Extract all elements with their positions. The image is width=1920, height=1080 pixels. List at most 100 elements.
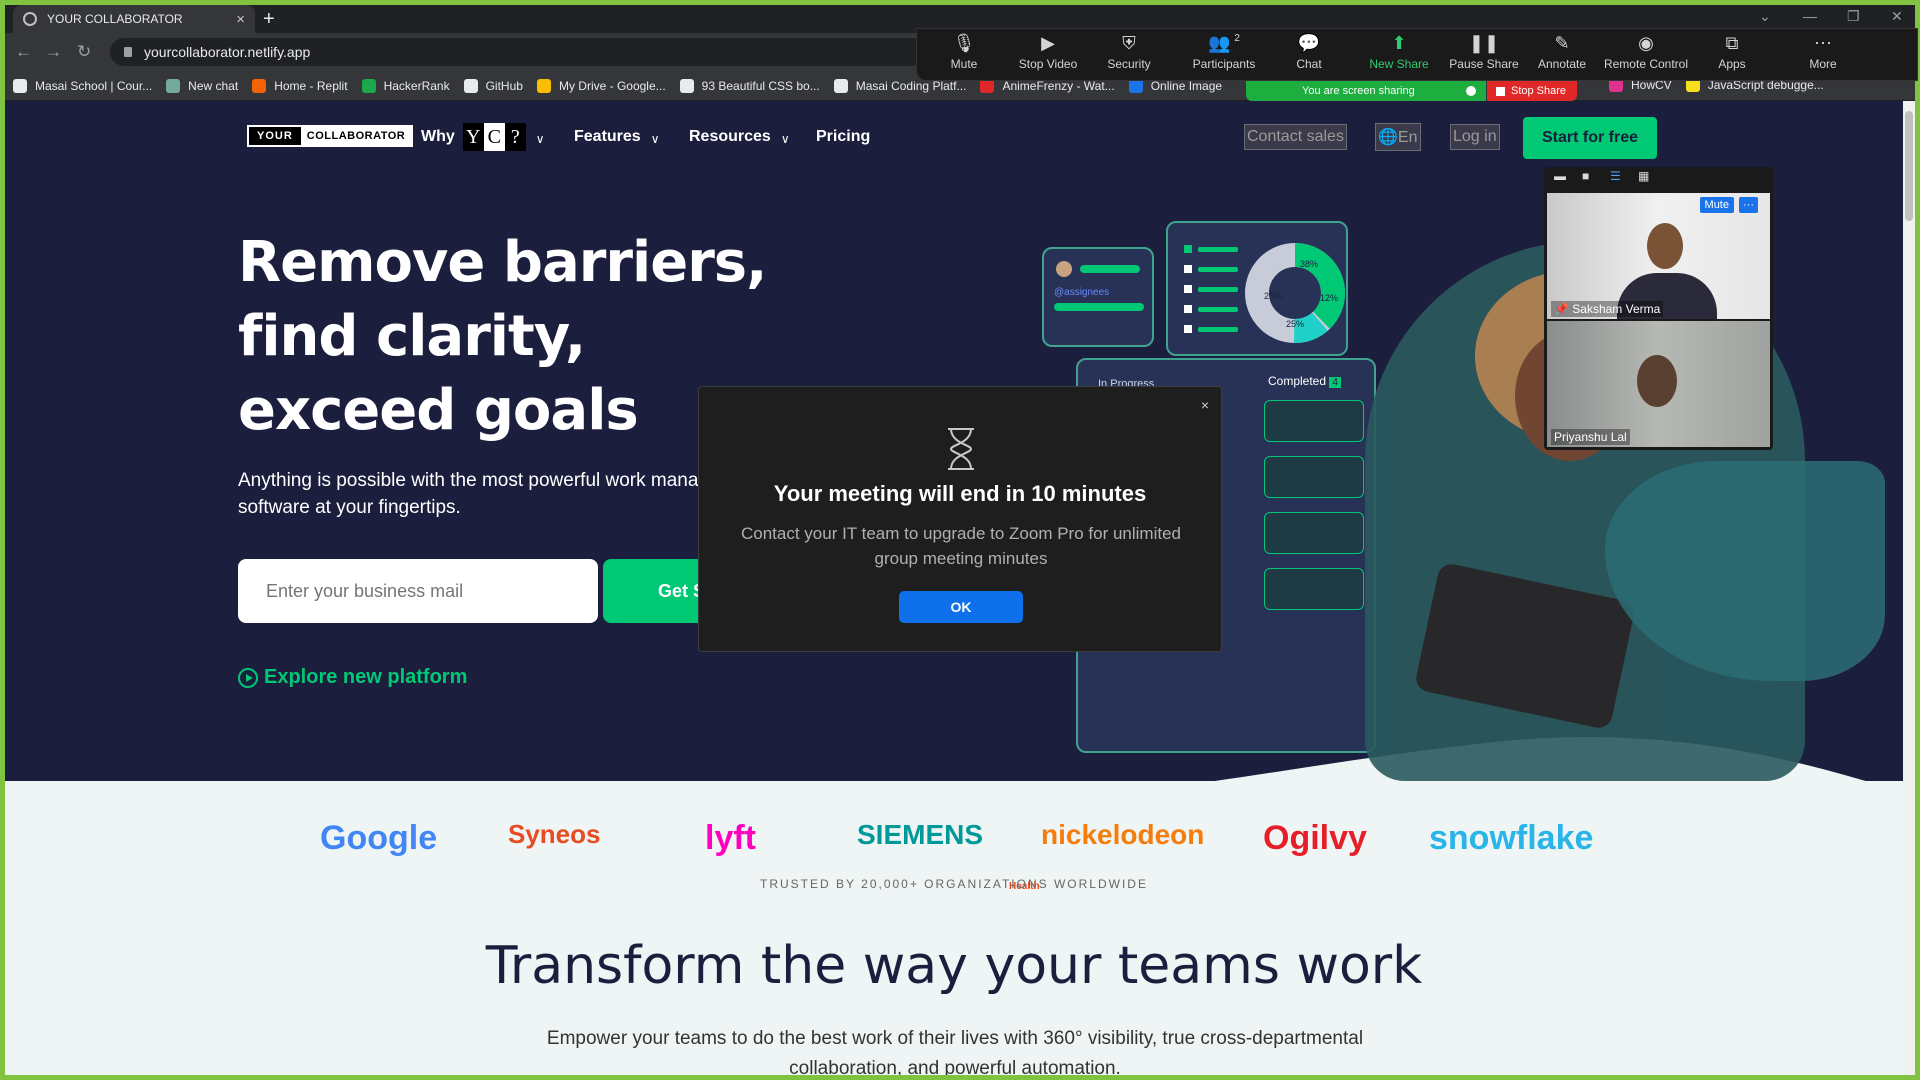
nav-resources-label: Resources xyxy=(689,128,771,145)
shield-icon: ⛨ xyxy=(1122,33,1136,53)
bookmark-label: New chat xyxy=(188,78,239,93)
zoom-stop-video-button[interactable]: ▶ Stop Video xyxy=(1003,33,1093,71)
pie-label: 25% xyxy=(1264,291,1282,301)
reload-icon[interactable]: ↻ xyxy=(77,42,91,62)
bookmark-item[interactable]: My Drive - Google... xyxy=(536,78,666,93)
zoom-button-label: Annotate xyxy=(1537,57,1587,71)
zoom-new-share-button[interactable]: ⬆ New Share xyxy=(1354,33,1444,71)
participant-face xyxy=(1647,223,1683,269)
assignees-tag: @assignees xyxy=(1054,287,1110,298)
address-bar[interactable]: yourcollaborator.netlify.app xyxy=(110,38,930,66)
zoom-remote-control-button[interactable]: ◉ Remote Control xyxy=(1601,33,1691,71)
strip-view-icon[interactable]: ☰ xyxy=(1610,169,1621,183)
browser-tab[interactable]: YOUR COLLABORATOR × xyxy=(13,5,255,33)
company-logo: SIEMENS xyxy=(857,819,984,850)
hero-title-line: find clarity, xyxy=(238,304,586,369)
minimize-view-icon[interactable]: ▬ xyxy=(1554,169,1566,183)
new-tab-button[interactable]: + xyxy=(263,8,275,31)
language-selector[interactable]: 🌐En xyxy=(1375,117,1421,157)
back-arrow-icon[interactable]: ← xyxy=(15,42,32,62)
participant-name: 📌 Saksham Verma xyxy=(1551,301,1664,317)
zoom-button-label: Pause Share xyxy=(1449,57,1519,71)
scrollbar[interactable] xyxy=(1903,101,1915,1075)
dialog-title: Your meeting will end in 10 minutes xyxy=(773,481,1147,506)
bookmark-item[interactable]: New chat xyxy=(166,78,239,93)
nav-features[interactable]: Features ∨ xyxy=(574,117,660,157)
completed-label: Completed 4 xyxy=(1268,374,1341,388)
company-logo: Google xyxy=(320,819,438,857)
site-logo[interactable]: YOUR COLLABORATOR xyxy=(247,125,414,147)
bookmark-item[interactable]: Masai School | Cour... xyxy=(13,78,152,93)
chevron-down-icon: ∨ xyxy=(535,132,545,146)
nav-pricing[interactable]: Pricing xyxy=(816,117,870,157)
stop-square-icon xyxy=(1496,86,1505,96)
bookmark-item[interactable]: GitHub xyxy=(463,78,523,93)
microphone-icon: 🎙 xyxy=(952,33,976,53)
bookmark-item[interactable]: Home - Replit xyxy=(252,78,348,93)
bookmark-label: GitHub xyxy=(485,78,523,93)
scrollbar-thumb[interactable] xyxy=(1905,111,1913,221)
nav-resources[interactable]: Resources ∨ xyxy=(689,117,790,157)
stop-share-button[interactable]: Stop Share xyxy=(1487,81,1577,101)
restore-icon[interactable]: ❐ xyxy=(1847,8,1860,25)
hero-title-line: Remove barriers, xyxy=(238,230,767,295)
assignees-card: @assignees xyxy=(1042,247,1154,347)
dialog-message: Contact your IT team to upgrade to Zoom … xyxy=(740,524,1181,568)
zoom-toolbar: 🎙 Mute ▶ Stop Video ⛨ Security 👥 2 Participants 💬… xyxy=(916,28,1918,81)
nav-why-label: Why xyxy=(421,128,455,145)
zoom-button-label: Chat xyxy=(1296,57,1322,71)
video-camera-icon: ▶ xyxy=(1041,33,1055,53)
login-link[interactable]: Log in xyxy=(1450,117,1500,157)
participant-video[interactable]: Mute ··· 📌 Saksham Verma xyxy=(1547,193,1770,319)
play-circle-icon xyxy=(238,667,258,688)
yc-letter: C xyxy=(483,123,505,151)
participant-more-button[interactable]: ··· xyxy=(1739,197,1758,213)
explore-platform-link[interactable]: Explore new platform xyxy=(238,666,467,689)
bookmark-label: 93 Beautiful CSS bo... xyxy=(701,78,820,93)
grid-view-icon[interactable]: ▦ xyxy=(1638,169,1649,183)
tab-search-icon[interactable]: ⌄ xyxy=(1759,8,1771,25)
contact-sales-label: Contact sales xyxy=(1244,124,1347,150)
pie-chart: 38% 25% 12% 25% xyxy=(1184,243,1345,343)
zoom-chat-button[interactable]: 💬 Chat xyxy=(1264,33,1354,71)
zoom-pause-share-button[interactable]: ❚❚ Pause Share xyxy=(1439,33,1529,71)
forward-arrow-icon[interactable]: → xyxy=(45,42,62,62)
trusted-caption: TRUSTED BY 20,000+ ORGANIZATIONS WORLDWI… xyxy=(760,877,1148,891)
bookmark-favicon-icon xyxy=(166,78,181,93)
zoom-button-label: Remote Control xyxy=(1603,57,1689,71)
zoom-button-label: Mute xyxy=(950,57,978,71)
single-view-icon[interactable]: ■ xyxy=(1582,169,1589,183)
nav-why[interactable]: Why Y C ? ∨ xyxy=(421,117,545,157)
bookmark-item[interactable]: 93 Beautiful CSS bo... xyxy=(679,78,820,93)
zoom-participants-button[interactable]: 👥 2 Participants xyxy=(1179,33,1269,71)
hourglass-icon xyxy=(948,428,974,470)
company-logo: lyft xyxy=(705,819,756,857)
bookmark-item[interactable]: HackerRank xyxy=(361,78,450,93)
zoom-annotate-button[interactable]: ✎ Annotate xyxy=(1517,33,1607,71)
zoom-security-button[interactable]: ⛨ Security xyxy=(1084,33,1174,71)
globe-icon xyxy=(23,12,37,26)
participant-video[interactable]: Priyanshu Lal xyxy=(1547,321,1770,447)
dialog-close-button[interactable]: × xyxy=(1201,397,1209,413)
section-title: Transform the way your teams work xyxy=(485,936,1423,996)
chat-icon: 💬 xyxy=(1297,33,1321,53)
zoom-mute-button[interactable]: 🎙 Mute xyxy=(919,33,1009,71)
minimize-icon[interactable]: — xyxy=(1803,8,1817,24)
zoom-apps-button[interactable]: ⧉ Apps xyxy=(1687,33,1777,71)
close-tab-icon[interactable]: × xyxy=(236,11,245,28)
participant-mute-button[interactable]: Mute xyxy=(1699,197,1734,213)
zoom-more-button[interactable]: ⋯ More xyxy=(1778,33,1868,71)
more-icon: ⋯ xyxy=(1814,33,1832,53)
start-for-free-button[interactable]: Start for free xyxy=(1523,117,1657,159)
yc-badge: Y C ? xyxy=(462,123,526,151)
ok-button[interactable]: OK xyxy=(899,591,1023,623)
contact-sales-link[interactable]: Contact sales xyxy=(1244,117,1347,157)
video-panel: ▬ ■ ☰ ▦ Mute ··· 📌 Saksham Verma Priyans… xyxy=(1544,167,1773,450)
business-email-input[interactable] xyxy=(238,559,598,623)
window-close-icon[interactable]: ✕ xyxy=(1891,8,1903,25)
stop-share-label: Stop Share xyxy=(1511,85,1567,97)
participant-face xyxy=(1637,355,1677,407)
explore-label: Explore new platform xyxy=(264,666,468,688)
participant-name-text: Saksham Verma xyxy=(1572,302,1661,316)
language-code: En xyxy=(1397,129,1418,146)
